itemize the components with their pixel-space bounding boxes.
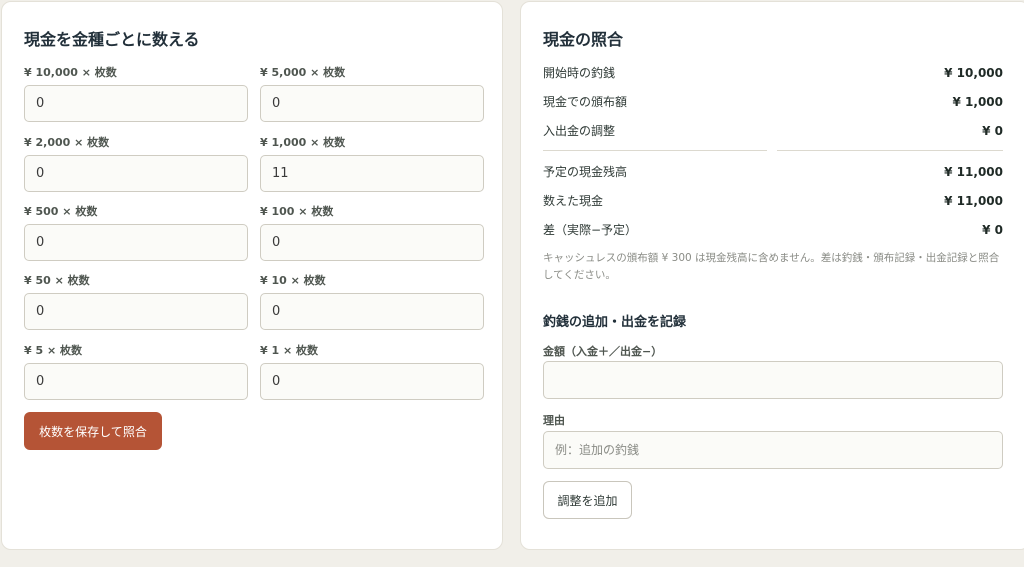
row-label: 開始時の釣銭 — [543, 66, 616, 80]
denomination-label: ¥ 1,000 × 枚数 — [260, 136, 346, 149]
denomination-100: ¥ 100 × 枚数 — [260, 204, 484, 261]
amount-label: 金額（入金＋／出金−） — [543, 345, 663, 358]
denomination-label: ¥ 2,000 × 枚数 — [24, 136, 110, 149]
row-value: ¥ 0 — [982, 124, 1003, 138]
denomination-100-input[interactable] — [260, 224, 484, 261]
row-label: 現金での頒布額 — [543, 95, 628, 109]
denomination-5000-input[interactable] — [260, 85, 484, 122]
reason-input[interactable] — [543, 431, 1003, 469]
denomination-label: ¥ 5 × 枚数 — [24, 344, 83, 357]
cashless-note: キャッシュレスの頒布額 ¥ 300 は現金残高に含めません。差は釣銭・頒布記録・… — [543, 252, 1000, 281]
denomination-10: ¥ 10 × 枚数 — [260, 273, 484, 330]
denomination-2000-input[interactable] — [24, 155, 248, 192]
denomination-5000: ¥ 5,000 × 枚数 — [260, 65, 484, 122]
denomination-1: ¥ 1 × 枚数 — [260, 343, 484, 400]
cash-count-panel: 現金を金種ごとに数える ¥ 10,000 × 枚数 ¥ 5,000 × 枚数 ¥… — [1, 1, 503, 550]
denomination-1000-input[interactable] — [260, 155, 484, 192]
denomination-50: ¥ 50 × 枚数 — [24, 273, 248, 330]
reconciliation-title: 現金の照合 — [543, 30, 624, 49]
cash-count-title: 現金を金種ごとに数える — [24, 30, 200, 49]
row-value: ¥ 11,000 — [944, 194, 1003, 208]
denomination-5-input[interactable] — [24, 363, 248, 400]
denomination-10-input[interactable] — [260, 293, 484, 330]
row-label: 差（実際−予定） — [543, 223, 638, 237]
denomination-label: ¥ 1 × 枚数 — [260, 344, 319, 357]
denomination-label: ¥ 5,000 × 枚数 — [260, 66, 346, 79]
divider — [777, 150, 1003, 151]
row-label: 数えた現金 — [543, 194, 604, 208]
difference-row: 差（実際−予定） ¥ 0 — [543, 221, 1003, 239]
denomination-label: ¥ 50 × 枚数 — [24, 274, 90, 287]
denomination-5: ¥ 5 × 枚数 — [24, 343, 248, 400]
row-value: ¥ 0 — [982, 223, 1003, 237]
adjustments-row: 入出金の調整 ¥ 0 — [543, 122, 1003, 140]
add-adjustment-button[interactable]: 調整を追加 — [543, 481, 632, 519]
row-label: 入出金の調整 — [543, 124, 616, 138]
row-value: ¥ 11,000 — [944, 165, 1003, 179]
adjustment-section-title: 釣銭の追加・出金を記録 — [543, 315, 687, 330]
cash-sales-row: 現金での頒布額 ¥ 1,000 — [543, 93, 1003, 111]
denomination-50-input[interactable] — [24, 293, 248, 330]
reason-label: 理由 — [543, 414, 565, 427]
opening-float-row: 開始時の釣銭 ¥ 10,000 — [543, 64, 1003, 82]
denomination-label: ¥ 100 × 枚数 — [260, 205, 334, 218]
amount-input[interactable] — [543, 361, 1003, 399]
denomination-label: ¥ 500 × 枚数 — [24, 205, 98, 218]
denomination-500-input[interactable] — [24, 224, 248, 261]
divider — [543, 150, 767, 151]
counted-cash-row: 数えた現金 ¥ 11,000 — [543, 192, 1003, 210]
denomination-1-input[interactable] — [260, 363, 484, 400]
denomination-2000: ¥ 2,000 × 枚数 — [24, 135, 248, 192]
expected-cash-row: 予定の現金残高 ¥ 11,000 — [543, 163, 1003, 181]
row-value: ¥ 1,000 — [952, 95, 1003, 109]
row-value: ¥ 10,000 — [944, 66, 1003, 80]
reconciliation-panel: 現金の照合 開始時の釣銭 ¥ 10,000 現金での頒布額 ¥ 1,000 入出… — [520, 1, 1024, 550]
denomination-10000: ¥ 10,000 × 枚数 — [24, 65, 248, 122]
denomination-10000-input[interactable] — [24, 85, 248, 122]
denomination-1000: ¥ 1,000 × 枚数 — [260, 135, 484, 192]
denomination-500: ¥ 500 × 枚数 — [24, 204, 248, 261]
denomination-label: ¥ 10,000 × 枚数 — [24, 66, 117, 79]
save-and-reconcile-button[interactable]: 枚数を保存して照合 — [24, 412, 162, 450]
denomination-label: ¥ 10 × 枚数 — [260, 274, 326, 287]
row-label: 予定の現金残高 — [543, 165, 628, 179]
